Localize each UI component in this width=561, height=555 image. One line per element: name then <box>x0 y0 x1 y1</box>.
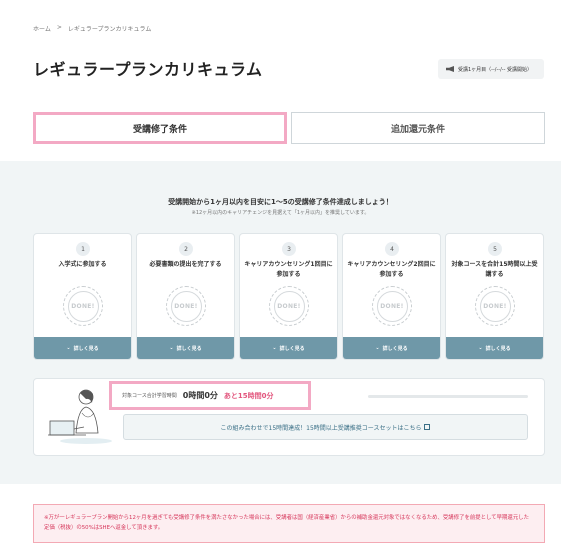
chevron-down-icon: ⌄ <box>169 345 174 351</box>
refund-notice: ※万が一レギュラープラン開始から12ヶ月を過ぎても受講修了条件を満たさなかった場… <box>33 504 545 543</box>
step-card: 4 キャリアカウンセリング2回目に参加する DONE! ⌄ 詳しく見る <box>342 233 441 360</box>
tab-completion-conditions[interactable]: 受講修了条件 <box>33 112 287 144</box>
step-label: キャリアカウンセリング2回目に参加する <box>347 261 436 278</box>
done-stamp-icon: DONE! <box>475 286 515 326</box>
details-button[interactable]: ⌄ 詳しく見る <box>34 337 131 359</box>
step-number: 1 <box>76 242 90 256</box>
tab-additional-refund-conditions[interactable]: 追加還元条件 <box>291 112 545 144</box>
step-number: 2 <box>179 242 193 256</box>
step-number: 3 <box>282 242 296 256</box>
study-hours-remaining: あと15時間0分 <box>223 391 274 400</box>
chevron-down-icon: ⌄ <box>375 345 380 351</box>
step-card: 3 キャリアカウンセリング1回目に参加する DONE! ⌄ 詳しく見る <box>239 233 338 360</box>
step-number: 4 <box>385 242 399 256</box>
study-hours-summary: 対象コース合計学習時間 0時間0分 あと15時間0分 <box>109 381 311 410</box>
details-button[interactable]: ⌄ 詳しく見る <box>137 337 234 359</box>
chevron-down-icon: ⌄ <box>272 345 277 351</box>
step-label: 対象コースを合計15時間以上受講する <box>451 261 538 278</box>
megaphone-icon <box>446 66 454 72</box>
external-link-icon <box>424 424 431 430</box>
done-stamp-icon: DONE! <box>269 286 309 326</box>
studying-woman-illustration <box>48 389 112 444</box>
chevron-down-icon: ⌄ <box>478 345 483 351</box>
recommended-course-set-link[interactable]: この組み合わせで15時間達成！15時間以上受講推奨コースセットはこちら <box>123 414 528 440</box>
intro-title: 受講開始から1ヶ月以内を目安に1〜5の受講修了条件達成しましょう！ <box>168 198 393 206</box>
step-card: 1 入学式に参加する DONE! ⌄ 詳しく見る <box>33 233 132 360</box>
intro-subtitle: ※12ヶ月以内のキャリアチェンジを見据えて「1ヶ月以内」を推奨しています。 <box>191 210 370 216</box>
breadcrumb-home[interactable]: ホーム <box>33 24 51 33</box>
step-label: 入学式に参加する <box>58 261 107 268</box>
recommended-course-set-text: この組み合わせで15時間達成！15時間以上受講推奨コースセットはこちら <box>220 424 422 432</box>
breadcrumb: ホーム > レギュラープランカリキュラム <box>33 24 151 33</box>
status-badge: 受講1ヶ月目（--/--/-- 受講開始） <box>438 59 544 79</box>
details-button[interactable]: ⌄ 詳しく見る <box>343 337 440 359</box>
details-button[interactable]: ⌄ 詳しく見る <box>446 337 543 359</box>
page-title: レギュラープランカリキュラム <box>33 60 263 79</box>
step-label: 必要書類の提出を完了する <box>149 261 222 268</box>
step-card: 5 対象コースを合計15時間以上受講する DONE! ⌄ 詳しく見る <box>445 233 544 360</box>
chevron-down-icon: ⌄ <box>66 345 71 351</box>
done-stamp-icon: DONE! <box>63 286 103 326</box>
study-hours-label: 対象コース合計学習時間 <box>122 393 177 399</box>
breadcrumb-current: レギュラープランカリキュラム <box>67 26 152 33</box>
done-stamp-icon: DONE! <box>372 286 412 326</box>
study-progress-bar <box>368 395 528 398</box>
status-badge-text: 受講1ヶ月目（--/--/-- 受講開始） <box>458 66 532 73</box>
study-hours-value: 0時間0分 <box>182 391 218 400</box>
step-number: 5 <box>488 242 502 256</box>
step-card: 2 必要書類の提出を完了する DONE! ⌄ 詳しく見る <box>136 233 235 360</box>
step-label: キャリアカウンセリング1回目に参加する <box>244 261 333 278</box>
breadcrumb-separator: > <box>56 24 62 31</box>
done-stamp-icon: DONE! <box>166 286 206 326</box>
details-button[interactable]: ⌄ 詳しく見る <box>240 337 337 359</box>
